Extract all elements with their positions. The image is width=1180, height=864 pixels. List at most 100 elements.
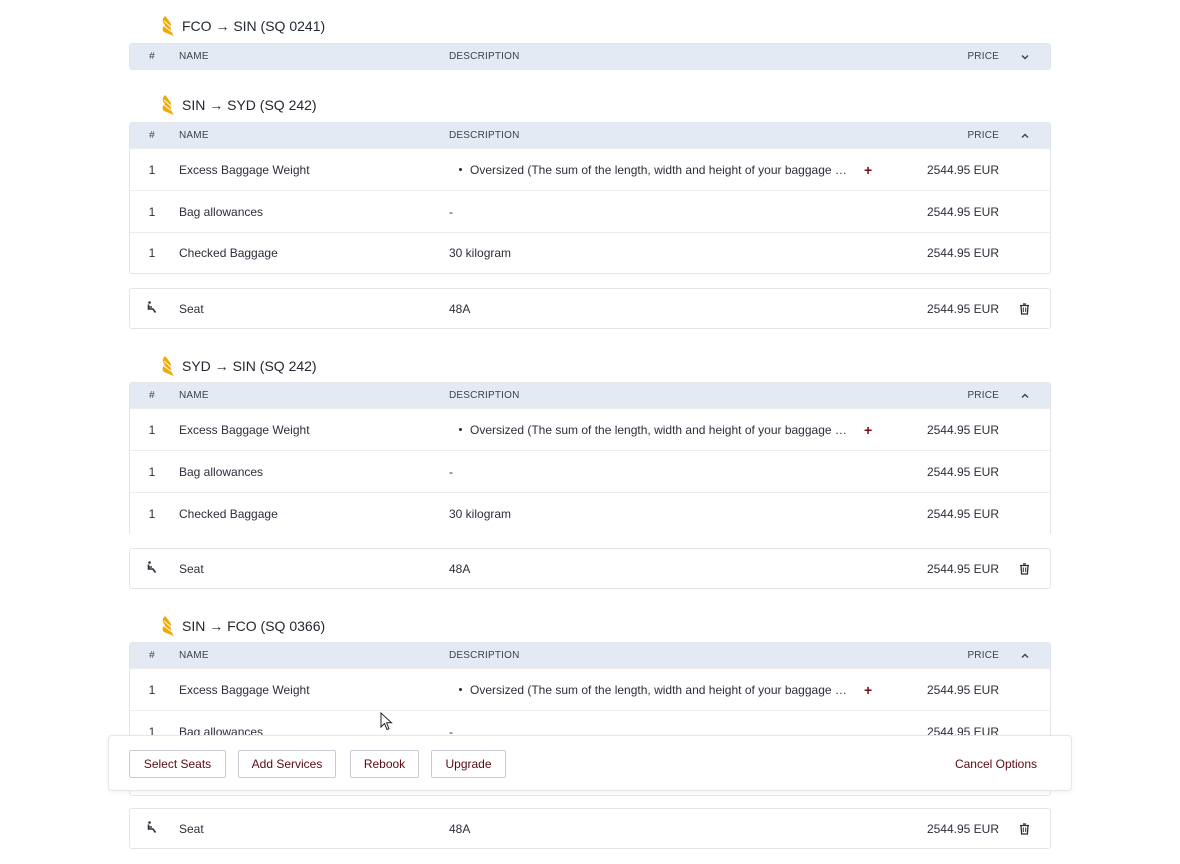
row-name: Bag allowances [179, 204, 264, 219]
chevron-up-icon[interactable] [1020, 651, 1030, 661]
row-description: Oversized (The sum of the length, width … [449, 682, 899, 698]
col-header-num: # [149, 51, 155, 62]
airline-logo-icon [158, 355, 176, 377]
row-name: Excess Baggage Weight [179, 682, 310, 697]
seat-row: Seat 48A 2544.95 EUR [129, 288, 1051, 329]
row-price: 2544.95 EUR [926, 162, 999, 177]
row-description: Oversized (The sum of the length, width … [449, 162, 899, 178]
table-row: 1 Checked Baggage 30 kilogram 2544.95 EU… [130, 492, 1050, 534]
col-header-description: DESCRIPTION [449, 130, 520, 141]
collapse-toggle[interactable] [999, 52, 1050, 62]
trash-icon[interactable] [1019, 822, 1030, 835]
col-header-price: PRICE [967, 51, 999, 62]
expand-plus-icon[interactable]: + [864, 162, 872, 178]
seat-name: Seat [179, 561, 204, 576]
seat-icon [130, 301, 174, 316]
segment-title: FCO → SIN (SQ 0241) [158, 14, 325, 38]
col-header-name: NAME [179, 130, 209, 141]
mouse-cursor-icon [380, 712, 393, 731]
row-price: 2544.95 EUR [926, 246, 999, 260]
seat-name: Seat [179, 301, 204, 316]
delete-seat-button[interactable] [999, 562, 1050, 575]
expand-plus-icon[interactable]: + [864, 682, 872, 698]
table-header: # NAME DESCRIPTION PRICE [130, 44, 1050, 69]
upgrade-button[interactable]: Upgrade [431, 750, 506, 778]
row-description: 30 kilogram [449, 246, 512, 260]
delete-seat-button[interactable] [999, 302, 1050, 315]
segment-route: SIN → FCO (SQ 0366) [182, 618, 326, 634]
segment-route: SYD → SIN (SQ 242) [182, 358, 317, 374]
row-price: 2544.95 EUR [926, 204, 999, 219]
col-header-name: NAME [179, 390, 209, 401]
table-row: 1 Excess Baggage Weight Oversized (The s… [130, 148, 1050, 190]
seat-number: 48A [449, 561, 471, 576]
seat-price: 2544.95 EUR [926, 821, 999, 836]
collapse-toggle[interactable] [999, 391, 1050, 401]
trash-icon[interactable] [1019, 562, 1030, 575]
row-name: Checked Baggage [179, 246, 278, 260]
collapse-toggle[interactable] [999, 651, 1050, 661]
col-header-description: DESCRIPTION [449, 650, 520, 661]
row-description-text: Oversized (The sum of the length, width … [470, 162, 852, 177]
row-price: 2544.95 EUR [926, 464, 999, 479]
delete-seat-button[interactable] [999, 822, 1050, 835]
col-header-price: PRICE [967, 390, 999, 401]
chevron-up-icon[interactable] [1020, 391, 1030, 401]
row-name: Excess Baggage Weight [179, 422, 310, 437]
col-header-num: # [149, 130, 155, 141]
row-description: Oversized (The sum of the length, width … [449, 422, 899, 438]
add-services-button[interactable]: Add Services [238, 750, 336, 778]
seat-icon [130, 561, 174, 576]
seat-price: 2544.95 EUR [926, 561, 999, 576]
rebook-button[interactable]: Rebook [350, 750, 419, 778]
segment-route: FCO → SIN (SQ 0241) [182, 18, 326, 34]
col-header-description: DESCRIPTION [449, 390, 520, 401]
cancel-options-button[interactable]: Cancel Options [955, 750, 1037, 778]
col-header-name: NAME [179, 650, 209, 661]
col-header-num: # [149, 390, 155, 401]
airline-logo-icon [158, 615, 176, 637]
seat-price: 2544.95 EUR [926, 301, 999, 316]
col-header-description: DESCRIPTION [449, 51, 520, 62]
row-name: Checked Baggage [179, 506, 278, 521]
table-header: # NAME DESCRIPTION PRICE [130, 383, 1050, 408]
row-qty: 1 [148, 506, 156, 521]
row-price: 2544.95 EUR [926, 422, 999, 437]
services-table: # NAME DESCRIPTION PRICE [129, 43, 1051, 70]
row-name: Excess Baggage Weight [179, 162, 310, 177]
row-qty: 1 [148, 204, 156, 219]
expand-plus-icon[interactable]: + [864, 422, 872, 438]
row-qty: 1 [148, 422, 156, 437]
col-header-name: NAME [179, 51, 209, 62]
row-description: - [449, 464, 453, 479]
chevron-up-icon[interactable] [1020, 131, 1030, 141]
trash-icon[interactable] [1019, 302, 1030, 315]
select-seats-button[interactable]: Select Seats [129, 750, 226, 778]
segment-title: SYD → SIN (SQ 242) [158, 354, 317, 378]
row-name: Bag allowances [179, 464, 264, 479]
airline-logo-icon [158, 94, 176, 116]
table-header: # NAME DESCRIPTION PRICE [130, 643, 1050, 668]
row-qty: 1 [148, 246, 156, 260]
seat-row: Seat 48A 2544.95 EUR [129, 548, 1051, 589]
chevron-down-icon[interactable] [1020, 52, 1030, 62]
action-bar: Select Seats Add Services Rebook Upgrade… [108, 735, 1072, 791]
row-description-text: Oversized (The sum of the length, width … [470, 422, 852, 437]
row-price: 2544.95 EUR [926, 682, 999, 697]
segment-title: SIN → FCO (SQ 0366) [158, 614, 325, 638]
seat-name: Seat [179, 821, 204, 836]
airline-logo-icon [158, 15, 176, 37]
table-row: 1 Bag allowances - 2544.95 EUR [130, 450, 1050, 492]
col-header-price: PRICE [967, 650, 999, 661]
table-row: 1 Excess Baggage Weight Oversized (The s… [130, 668, 1050, 710]
segment-route: SIN → SYD (SQ 242) [182, 97, 317, 113]
seat-number: 48A [449, 821, 471, 836]
row-description: 30 kilogram [449, 506, 512, 521]
seat-number: 48A [449, 301, 471, 316]
col-header-price: PRICE [967, 130, 999, 141]
seat-icon [130, 821, 174, 836]
row-qty: 1 [148, 682, 156, 697]
table-row: 1 Excess Baggage Weight Oversized (The s… [130, 408, 1050, 450]
services-table: # NAME DESCRIPTION PRICE 1 Excess Baggag… [129, 122, 1051, 274]
collapse-toggle[interactable] [999, 131, 1050, 141]
